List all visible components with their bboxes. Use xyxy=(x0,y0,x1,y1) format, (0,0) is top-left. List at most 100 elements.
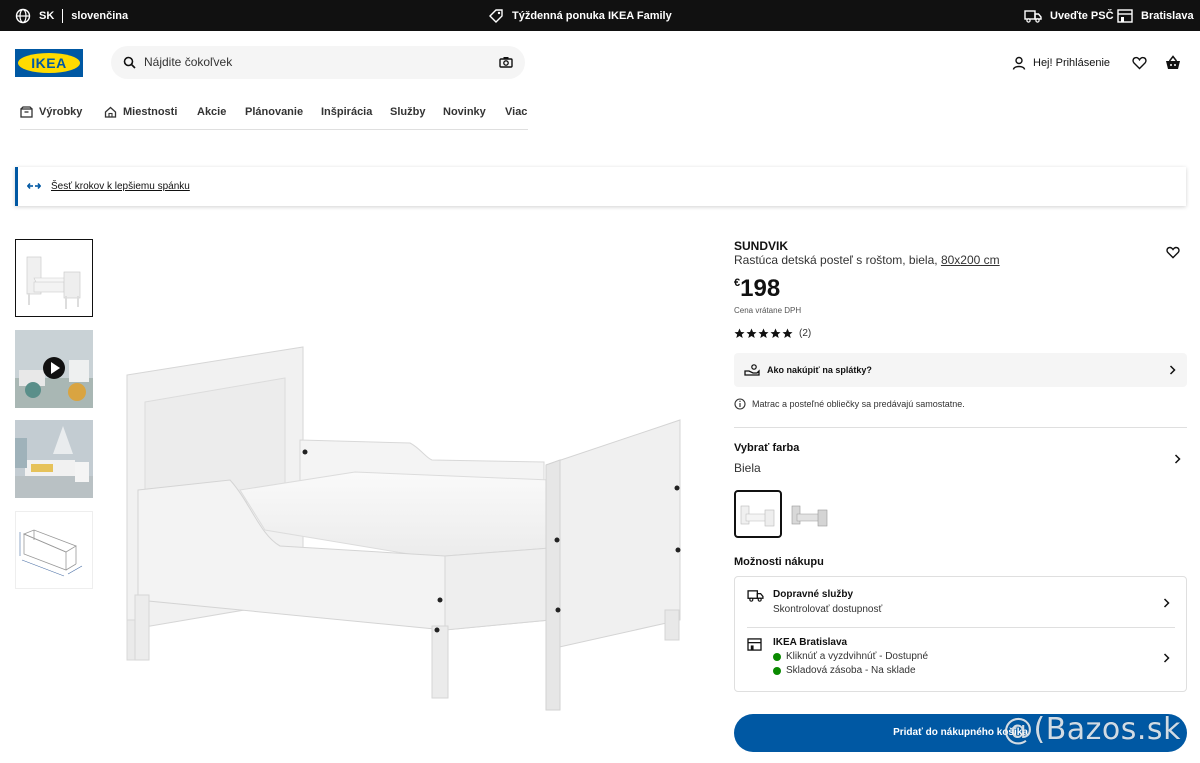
nursery-photo-thumbnail xyxy=(15,420,93,498)
stock-status: Skladová zásoba - Na sklade xyxy=(773,665,916,676)
status-text: Skladová zásoba - Na sklade xyxy=(786,665,916,676)
top-bar: SK slovenčina Týždenná ponuka IKEA Famil… xyxy=(0,0,1200,31)
zip-label: Uveďte PSČ xyxy=(1050,9,1114,22)
click-collect-status: Kliknúť a vyzdvihnúť - Dostupné xyxy=(773,651,928,662)
nav-item-news[interactable]: Novinky xyxy=(443,102,486,122)
nav-label: Inšpirácia xyxy=(321,106,373,118)
divider xyxy=(734,427,1187,428)
star-rating-icon xyxy=(734,328,793,338)
color-swatch-grey[interactable] xyxy=(786,490,834,538)
store-title: IKEA Bratislava xyxy=(773,637,848,648)
login-label: Hej! Prihlásenie xyxy=(1033,57,1111,69)
nav-item-rooms[interactable]: Miestnosti xyxy=(104,102,177,122)
search-input[interactable]: Nájdite čokoľvek xyxy=(144,46,232,79)
nav-item-inspiration[interactable]: Inšpirácia xyxy=(321,102,372,122)
delivery-option[interactable]: Dopravné služby Skontrolovať dostupnosť xyxy=(735,577,1186,627)
mattress-note: Matrac a posteľné obliečky sa predávajú … xyxy=(734,398,965,410)
truck-icon xyxy=(1024,9,1042,23)
nav-item-services[interactable]: Služby xyxy=(390,102,425,122)
banner-link[interactable]: Šesť krokov k lepšiemu spánku xyxy=(51,167,190,206)
status-text: Kliknúť a vyzdvihnúť - Dostupné xyxy=(786,651,929,662)
chevron-right-icon xyxy=(1163,653,1170,663)
nav-item-offers[interactable]: Akcie xyxy=(197,102,226,122)
installment-label: Ako nakúpiť na splátky? xyxy=(767,365,872,375)
bazos-watermark: @(Bazos.sk xyxy=(1003,712,1181,747)
product-description: Rastúca detská posteľ s roštom, biela, 8… xyxy=(734,253,1000,267)
home-icon xyxy=(104,106,117,118)
bed-thumbnail-image xyxy=(16,240,92,316)
rating[interactable]: (2) xyxy=(734,328,811,339)
store-option[interactable]: IKEA Bratislava Kliknúť a vyzdvihnúť - D… xyxy=(735,628,1186,691)
hand-coin-icon xyxy=(744,364,760,376)
search-icon xyxy=(123,56,136,69)
nav-label: Miestnosti xyxy=(123,106,178,118)
color-swatch-white[interactable] xyxy=(734,490,782,538)
promo-label: Týždenná ponuka IKEA Family xyxy=(512,9,672,22)
thumbnail-video[interactable] xyxy=(15,330,93,408)
search-bar[interactable]: Nájdite čokoľvek xyxy=(111,46,525,79)
purchase-options-title: Možnosti nákupu xyxy=(734,556,824,568)
thumbnail-dimensions[interactable] xyxy=(15,511,93,589)
nav-label: Plánovanie xyxy=(245,106,304,118)
camera-icon[interactable] xyxy=(499,56,513,68)
description-text: Rastúca detská posteľ s roštom, biela, xyxy=(734,253,938,267)
wishlist-heart-icon[interactable] xyxy=(1166,246,1180,259)
nav-label: Služby xyxy=(390,106,426,118)
favorites-heart-icon[interactable] xyxy=(1132,56,1147,70)
price-amount: 198 xyxy=(740,275,781,302)
thumbnail-1[interactable] xyxy=(15,239,93,317)
globe-icon xyxy=(15,8,31,23)
available-dot xyxy=(773,652,781,661)
zip-code-button[interactable]: Uveďte PSČ xyxy=(1024,0,1114,31)
sleep-tips-banner[interactable]: Šesť krokov k lepšiemu spánku xyxy=(15,167,1186,206)
language-selector[interactable]: SK slovenčina xyxy=(15,0,128,31)
currency-symbol: € xyxy=(734,277,741,289)
logo-text: IKEA xyxy=(31,55,67,71)
white-bed-swatch-image xyxy=(740,505,775,527)
product-name: SUNDVIK xyxy=(734,239,789,253)
tag-icon xyxy=(489,8,503,23)
thumbnail-3[interactable] xyxy=(15,420,93,498)
delivery-title: Dopravné služby xyxy=(773,589,854,600)
review-count: (2) xyxy=(799,328,812,339)
chevron-right-icon xyxy=(1169,365,1176,375)
nav-item-planning[interactable]: Plánovanie xyxy=(245,102,303,122)
family-promo-link[interactable]: Týždenná ponuka IKEA Family xyxy=(488,0,672,31)
box-icon xyxy=(20,106,33,118)
nav-item-more[interactable]: Viac xyxy=(505,102,527,122)
language-label: slovenčina xyxy=(71,9,129,22)
main-product-image xyxy=(126,346,681,711)
dimension-drawing-thumbnail xyxy=(16,512,92,588)
nav-label: Novinky xyxy=(443,106,486,118)
user-icon xyxy=(1012,56,1026,70)
delivery-subtitle: Skontrolovať dostupnosť xyxy=(773,604,883,615)
divider xyxy=(62,8,64,23)
nav-item-products[interactable]: Výrobky xyxy=(20,102,82,122)
info-icon xyxy=(734,398,746,410)
price: €198 xyxy=(734,275,780,303)
room-video-thumbnail xyxy=(15,330,93,408)
swap-arrows-icon xyxy=(27,182,41,190)
nav-label: Akcie xyxy=(197,106,227,118)
store-icon xyxy=(1117,8,1133,23)
available-dot xyxy=(773,666,781,675)
color-select-value: Biela xyxy=(734,461,761,475)
store-icon xyxy=(747,638,762,651)
grey-bed-swatch-image xyxy=(791,505,828,527)
note-text: Matrac a posteľné obliečky sa predávajú … xyxy=(752,399,965,409)
chevron-right-icon[interactable] xyxy=(1174,454,1181,464)
ikea-logo[interactable]: IKEA xyxy=(15,49,83,77)
vat-note: Cena vrátane DPH xyxy=(734,306,802,315)
shopping-bag-icon[interactable] xyxy=(1165,55,1181,70)
installment-info-button[interactable]: Ako nakúpiť na splátky? xyxy=(734,353,1187,387)
purchase-options-box: Dopravné služby Skontrolovať dostupnosť … xyxy=(734,576,1187,692)
store-selector[interactable]: Bratislava xyxy=(1117,0,1194,31)
size-link[interactable]: 80x200 cm xyxy=(941,253,1000,267)
nav-label: Viac xyxy=(505,106,528,118)
store-label: Bratislava xyxy=(1141,9,1194,22)
country-code: SK xyxy=(39,9,55,22)
login-button[interactable]: Hej! Prihlásenie xyxy=(1012,55,1110,71)
color-select-title[interactable]: Vybrať farba xyxy=(734,442,799,454)
nav-label: Výrobky xyxy=(39,106,83,118)
chevron-right-icon xyxy=(1163,598,1170,608)
